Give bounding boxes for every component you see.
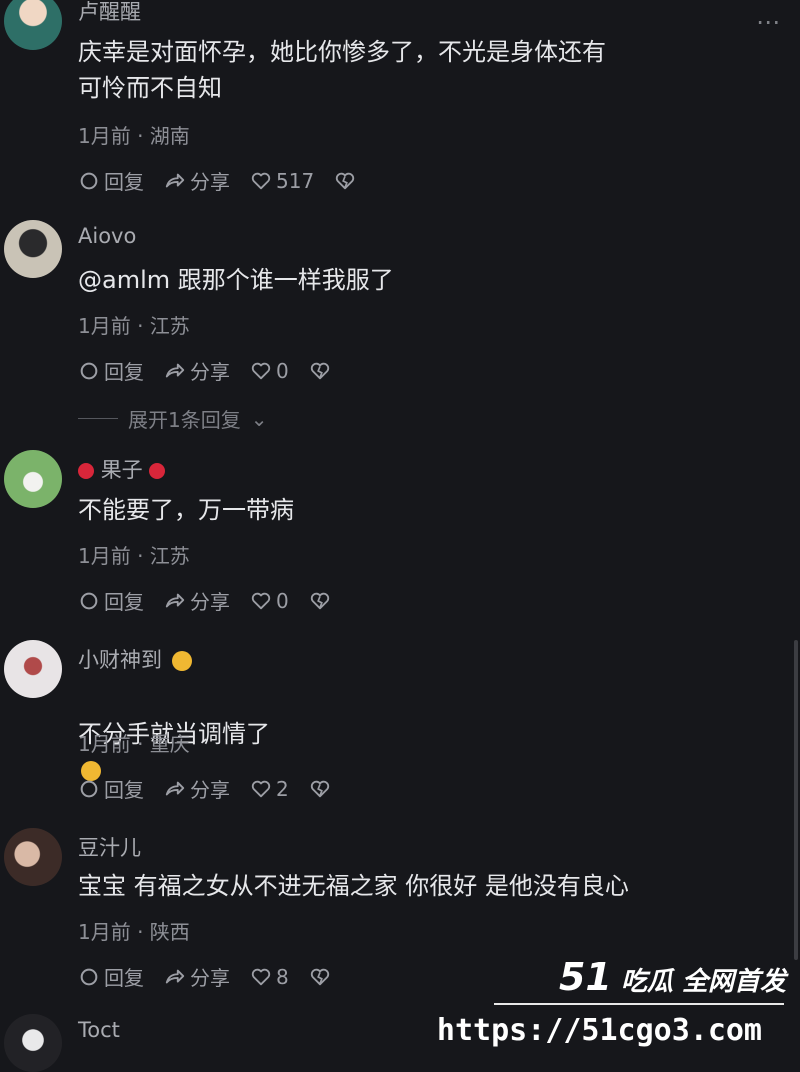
comment-username[interactable]: 卢醒醒: [78, 0, 141, 26]
comment-text: @amlm 跟那个谁一样我服了: [78, 266, 394, 294]
comment-bubble-icon: [80, 592, 98, 609]
reply-label: 回复: [104, 170, 144, 194]
comment-username[interactable]: Aiovo: [78, 224, 136, 248]
like-button[interactable]: 2: [250, 777, 289, 801]
comment-bubble-icon: [80, 968, 98, 985]
comment-text: 不能要了，万一带病: [78, 496, 294, 524]
watermark: 51 吃瓜 全网首发 https://51cgo3.com: [437, 955, 794, 1060]
comment-meta: 1月前 · 江苏: [78, 314, 190, 338]
dislike-button[interactable]: [309, 360, 331, 382]
comment-username[interactable]: 豆汁儿: [78, 832, 141, 862]
reply-label: 回复: [104, 590, 144, 614]
comment-actions: 回复 分享 8: [78, 962, 331, 991]
share-button[interactable]: 分享: [164, 356, 230, 385]
comment-username[interactable]: 果子: [78, 454, 166, 484]
avatar[interactable]: [4, 0, 62, 50]
avatar[interactable]: [4, 1014, 62, 1072]
comment-meta: 1月前 · 重庆: [78, 732, 190, 756]
avatar[interactable]: [4, 640, 62, 698]
comment-text: 宝宝 有福之女从不进无福之家 你很好 是他没有良心: [78, 872, 629, 900]
dislike-button[interactable]: [309, 590, 331, 612]
like-button[interactable]: 0: [250, 359, 289, 383]
emoji-icon: [171, 651, 192, 671]
watermark-number: 51: [558, 955, 612, 999]
comment-text: 庆幸是对面怀孕，她比你惨多了，不光是身体还有 可怜而不自知: [78, 38, 606, 102]
like-button[interactable]: 517: [250, 169, 314, 193]
cherry-icon: [149, 463, 166, 479]
broken-heart-icon: [310, 362, 329, 379]
share-label: 分享: [190, 360, 230, 384]
comment-bubble-icon: [80, 172, 98, 189]
share-arrow-icon: [165, 593, 185, 607]
dislike-button[interactable]: [309, 778, 331, 800]
like-button[interactable]: 8: [250, 965, 289, 989]
comment-username-text: 小财神到: [78, 648, 162, 672]
comment-actions: 回复 分享 2: [78, 774, 331, 803]
dislike-button[interactable]: [334, 170, 356, 192]
broken-heart-icon: [310, 968, 329, 985]
comment-actions: 回复 分享 0: [78, 356, 331, 385]
watermark-url: https://51cgo3.com: [436, 1013, 762, 1048]
like-count: 0: [276, 588, 289, 613]
share-label: 分享: [190, 778, 230, 802]
heart-icon: [251, 592, 271, 609]
heart-icon: [251, 780, 271, 797]
share-arrow-icon: [165, 173, 185, 187]
comment-actions: 回复 分享 517: [78, 166, 356, 195]
comment-meta: 1月前 · 陕西: [78, 920, 190, 944]
reply-button[interactable]: 回复: [78, 774, 144, 803]
avatar[interactable]: [4, 450, 62, 508]
reply-button[interactable]: 回复: [78, 166, 144, 195]
broken-heart-icon: [310, 780, 329, 797]
share-button[interactable]: 分享: [164, 166, 230, 195]
avatar[interactable]: [4, 828, 62, 886]
like-count: 0: [276, 358, 289, 383]
reply-label: 回复: [104, 966, 144, 990]
like-button[interactable]: 0: [250, 589, 289, 613]
share-arrow-icon: [165, 363, 185, 377]
share-button[interactable]: 分享: [164, 774, 230, 803]
like-count: 2: [276, 776, 289, 801]
comment-actions: 回复 分享 0: [78, 586, 331, 615]
comment-username-text: 果子: [100, 458, 143, 482]
heart-icon: [251, 968, 271, 985]
watermark-title-text: 吃瓜 全网首发: [620, 967, 786, 997]
divider: [78, 418, 118, 419]
share-button[interactable]: 分享: [164, 962, 230, 991]
heart-icon: [251, 172, 271, 189]
share-button[interactable]: 分享: [164, 586, 230, 615]
reply-button[interactable]: 回复: [78, 962, 144, 991]
heart-icon: [251, 362, 271, 379]
more-dots-icon[interactable]: ⋯: [756, 8, 782, 36]
share-arrow-icon: [165, 781, 185, 795]
reply-label: 回复: [104, 360, 144, 384]
share-label: 分享: [190, 966, 230, 990]
share-label: 分享: [190, 590, 230, 614]
avatar[interactable]: [4, 220, 62, 278]
divider: [494, 1003, 784, 1005]
comment-bubble-icon: [80, 362, 98, 379]
broken-heart-icon: [336, 172, 355, 189]
share-label: 分享: [190, 170, 230, 194]
cherry-icon: [78, 463, 94, 479]
scrollbar[interactable]: [794, 640, 798, 960]
like-count: 517: [276, 168, 315, 193]
like-count: 8: [276, 964, 289, 989]
comment-meta: 1月前 · 江苏: [78, 544, 190, 568]
comment-username[interactable]: 小财神到: [78, 644, 192, 674]
expand-replies-button[interactable]: 展开1条回复 ⌄: [78, 404, 268, 433]
broken-heart-icon: [310, 592, 329, 609]
expand-replies-label: 展开1条回复: [128, 408, 241, 432]
share-arrow-icon: [165, 969, 185, 983]
comment-meta: 1月前 · 湖南: [78, 124, 190, 148]
reply-button[interactable]: 回复: [78, 586, 144, 615]
comment-username[interactable]: Toct: [78, 1018, 120, 1042]
dislike-button[interactable]: [309, 966, 331, 988]
comment-bubble-icon: [80, 780, 98, 797]
reply-label: 回复: [104, 778, 144, 802]
reply-button[interactable]: 回复: [78, 356, 144, 385]
watermark-title: 51 吃瓜 全网首发: [559, 955, 786, 999]
chevron-down-icon: ⌄: [250, 406, 268, 431]
